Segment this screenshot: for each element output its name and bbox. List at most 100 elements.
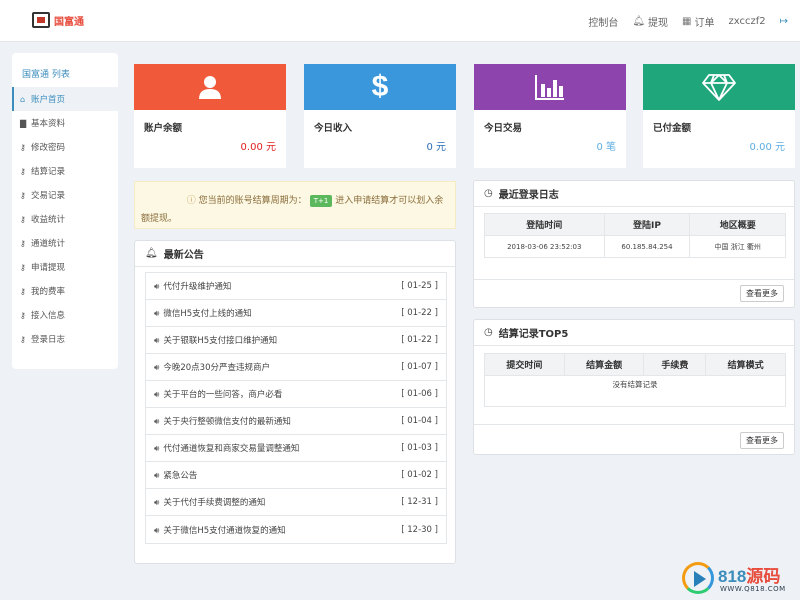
cycle-badge: T+1: [309, 195, 333, 207]
view-more-button[interactable]: 查看更多: [740, 285, 784, 302]
nav-orders[interactable]: ▦ 订单: [682, 14, 714, 29]
card-label: 账户余额: [144, 123, 183, 134]
key-icon: ⚷: [20, 190, 26, 200]
column-header: 地区概要: [689, 213, 786, 236]
watermark-brand: 818源码: [718, 567, 781, 586]
column-header: 结算模式: [705, 353, 786, 376]
sidebar-item-income-stats[interactable]: ⚷ 收益统计: [12, 207, 118, 231]
top-nav: 控制台 🔔︎ 提现 ▦ 订单 zxcczf2 ↦: [588, 0, 788, 42]
dollar-icon: $: [371, 70, 389, 103]
column-header: 登陆时间: [484, 213, 605, 236]
sidebar-item-rates[interactable]: ⚷ 我的费率: [12, 279, 118, 303]
panel-header: ◷ 结算记录TOP5: [474, 320, 794, 346]
logo[interactable]: 国富通: [32, 10, 84, 30]
speaker-icon: 🔊︎: [154, 336, 160, 346]
bar-chart-icon: ▇: [20, 118, 27, 128]
card-value: 0 元: [426, 142, 446, 153]
key-icon: ⚷: [20, 238, 26, 248]
bell-icon: 🔔︎: [632, 15, 646, 27]
list-item[interactable]: 🔊︎ 代付升级维护通知[ 01-25 ]: [146, 273, 446, 300]
sidebar-item-home[interactable]: ⌂ 账户首页: [12, 87, 118, 111]
announcement-list: 🔊︎ 代付升级维护通知[ 01-25 ] 🔊︎ 微信H5支付上线的通知[ 01-22…: [145, 272, 447, 544]
logo-icon: [32, 12, 50, 28]
card-value: 0.00 元: [240, 142, 276, 153]
table-row: 2018-03-06 23:52:03 60.185.84.254 中国 浙江 …: [484, 235, 786, 258]
key-icon: ⚷: [20, 334, 26, 344]
card-band: $: [304, 64, 456, 110]
list-item[interactable]: 🔊︎ 紧急公告[ 01-02 ]: [146, 462, 446, 489]
stat-card-paid-amount: 已付金额 0.00 元: [643, 64, 795, 168]
list-item[interactable]: 🔊︎ 微信H5支付上线的通知[ 01-22 ]: [146, 300, 446, 327]
settlement-table: 提交时间 结算金额 手续费 结算模式 没有结算记录: [484, 353, 786, 407]
view-more-button[interactable]: 查看更多: [740, 432, 784, 449]
settlement-top5-panel: ◷ 结算记录TOP5 提交时间 结算金额 手续费 结算模式 没有结算记录 查看更多: [473, 319, 795, 455]
sidebar-item-profile[interactable]: ▇ 基本资料: [12, 111, 118, 135]
list-item[interactable]: 🔊︎ 关于代付手续费调整的通知[ 12-31 ]: [146, 489, 446, 516]
speaker-icon: 🔊︎: [154, 471, 160, 481]
logout-button[interactable]: ↦: [780, 16, 788, 27]
sidebar-item-settlement[interactable]: ⚷ 结算记录: [12, 159, 118, 183]
play-icon: [682, 562, 714, 594]
speaker-icon: 🔊︎: [154, 309, 160, 319]
sidebar-item-login-log[interactable]: ⚷ 登录日志: [12, 327, 118, 351]
list-item[interactable]: 🔊︎ 关于央行整顿微信支付的最新通知[ 01-04 ]: [146, 408, 446, 435]
watermark-logo: 818源码 WWW.Q818.COM: [678, 560, 796, 598]
speaker-icon: 🔊︎: [154, 498, 160, 508]
list-item[interactable]: 🔊︎ 关于银联H5支付接口维护通知[ 01-22 ]: [146, 327, 446, 354]
watermark-url: WWW.Q818.COM: [720, 585, 786, 593]
nav-username[interactable]: zxcczf2: [728, 16, 765, 27]
speaker-icon: 🔊︎: [154, 525, 160, 536]
card-value: 0 笔: [596, 142, 616, 153]
bell-icon: 🔔︎: [145, 248, 158, 259]
nav-withdraw[interactable]: 🔔︎ 提现: [632, 14, 668, 29]
home-icon: ⌂: [20, 94, 26, 104]
top-navbar: 国富通 控制台 🔔︎ 提现 ▦ 订单 zxcczf2 ↦: [0, 0, 800, 42]
announcements-panel: 🔔︎ 最新公告 🔊︎ 代付升级维护通知[ 01-25 ] 🔊︎ 微信H5支付上线的通知…: [134, 240, 456, 564]
column-header: 提交时间: [484, 353, 565, 376]
list-item[interactable]: 🔊︎ 关于平台的一些问答，商户必看[ 01-06 ]: [146, 381, 446, 408]
list-item[interactable]: 🔊︎ 关于微信H5支付通道恢复的通知[ 12-30 ]: [146, 516, 446, 543]
sidebar-item-access-info[interactable]: ⚷ 接入信息: [12, 303, 118, 327]
key-icon: ⚷: [20, 286, 26, 296]
divider: [474, 424, 794, 425]
card-band: [134, 64, 286, 110]
logout-icon: ↦: [779, 15, 788, 27]
bar-chart-icon: [535, 75, 564, 100]
card-label: 今日交易: [484, 123, 523, 134]
table-row: 没有结算记录: [484, 375, 786, 394]
card-label: 今日收入: [314, 123, 353, 134]
panel-header: 🔔︎ 最新公告: [135, 241, 455, 267]
stat-card-today-income: $ 今日收入 0 元: [304, 64, 456, 168]
nav-console[interactable]: 控制台: [588, 14, 618, 29]
speaker-icon: 🔊︎: [154, 282, 160, 292]
list-item[interactable]: 🔊︎ 今晚20点30分严查违规商户[ 01-07 ]: [146, 354, 446, 381]
column-header: 手续费: [643, 353, 707, 376]
speaker-icon: 🔊︎: [154, 363, 160, 373]
sidebar-item-transactions[interactable]: ⚷ 交易记录: [12, 183, 118, 207]
speaker-icon: 🔊︎: [154, 417, 160, 427]
card-band: [643, 64, 795, 110]
sidebar-title: 国富通 列表: [22, 70, 70, 80]
notice-text: 您当前的账号结算周期为：: [198, 196, 307, 206]
sidebar-item-channel-stats[interactable]: ⚷ 通道统计: [12, 231, 118, 255]
login-log-panel: ◷ 最近登录日志 登陆时间 登陆IP 地区概要 2018-03-06 23:52:…: [473, 180, 795, 308]
key-icon: ⚷: [20, 310, 26, 320]
divider: [474, 279, 794, 280]
stat-card-today-trades: 今日交易 0 笔: [474, 64, 626, 168]
sidebar-item-password[interactable]: ⚷ 修改密码: [12, 135, 118, 159]
info-icon: ⓘ: [186, 196, 196, 206]
sidebar-item-withdraw[interactable]: ⚷ 申请提现: [12, 255, 118, 279]
clock-icon: ◷: [484, 188, 493, 199]
column-header: 登陆IP: [603, 213, 691, 236]
user-icon: [199, 76, 221, 99]
diamond-icon: [702, 74, 736, 101]
empty-message: 没有结算记录: [484, 375, 786, 394]
card-band: [474, 64, 626, 110]
list-item[interactable]: 🔊︎ 代付通道恢复和商家交易量调整通知[ 01-03 ]: [146, 435, 446, 462]
speaker-icon: 🔊︎: [154, 444, 160, 454]
key-icon: ⚷: [20, 142, 26, 152]
key-icon: ⚷: [20, 262, 26, 272]
key-icon: ⚷: [20, 166, 26, 176]
settlement-notice: ⓘ 您当前的账号结算周期为： T+1 进入申请结算才可以划入余额提现。: [134, 181, 456, 229]
panel-header: ◷ 最近登录日志: [474, 181, 794, 207]
